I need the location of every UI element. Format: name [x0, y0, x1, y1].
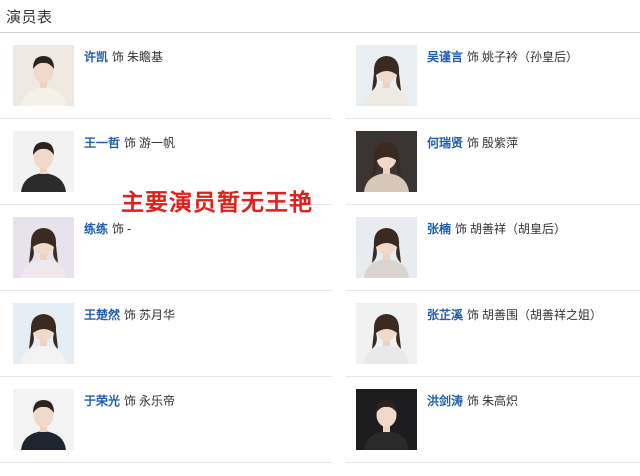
cast-card: 何瑞贤饰殷紫萍 [356, 131, 636, 193]
cast-info: 于荣光饰永乐帝 [84, 392, 175, 409]
cast-info: 许凯饰朱瞻基 [84, 48, 163, 65]
actor-name-link[interactable]: 张楠 [427, 222, 451, 236]
actor-photo[interactable] [356, 389, 417, 450]
actress-portrait-icon [356, 45, 417, 106]
role-name: 苏月华 [139, 308, 176, 322]
actor-name-link[interactable]: 吴谨言 [427, 50, 463, 64]
cast-card: 于荣光饰永乐帝 [13, 389, 333, 451]
actor-photo[interactable] [356, 217, 417, 278]
cast-row: 于荣光饰永乐帝 洪剑涛饰朱高炽 [0, 377, 640, 463]
plays-label: 饰 [112, 50, 125, 64]
plays-label: 饰 [467, 50, 480, 64]
plays-label: 饰 [124, 308, 137, 322]
role-name: 朱瞻基 [127, 50, 164, 64]
actor-photo[interactable] [13, 303, 74, 364]
role-name: 姚子衿（孙皇后） [482, 50, 579, 64]
cast-card: 张楠饰胡善祥（胡皇后） [356, 217, 636, 279]
actor-portrait-icon [13, 45, 74, 106]
actor-photo[interactable] [13, 45, 74, 106]
actor-name-link[interactable]: 张芷溪 [427, 308, 463, 322]
role-name: 永乐帝 [139, 394, 176, 408]
plays-label: 饰 [467, 394, 480, 408]
cast-info: 张芷溪饰胡善围（胡善祥之姐） [427, 306, 602, 323]
plays-label: 饰 [455, 222, 468, 236]
cast-card: 王楚然饰苏月华 [13, 303, 333, 365]
actor-name-link[interactable]: 何瑞贤 [427, 136, 463, 150]
actor-photo[interactable] [356, 45, 417, 106]
overlay-annotation: 主要演员暂无王艳 [121, 190, 313, 216]
role-name: - [127, 222, 132, 236]
actor-portrait-icon [356, 389, 417, 450]
actress-portrait-icon [13, 303, 74, 364]
actor-portrait-icon [13, 131, 74, 192]
cast-card: 练练饰 - [13, 217, 333, 279]
actor-name-link[interactable]: 练练 [84, 222, 108, 236]
plays-label: 饰 [124, 136, 137, 150]
actor-name-link[interactable]: 洪剑涛 [427, 394, 463, 408]
cast-card: 吴谨言饰姚子衿（孙皇后） [356, 45, 636, 107]
actor-photo[interactable] [356, 131, 417, 192]
actor-photo[interactable] [13, 389, 74, 450]
plays-label: 饰 [112, 222, 125, 236]
role-name: 胡善围（胡善祥之姐） [482, 308, 603, 322]
cast-info: 王一哲饰游一帆 [84, 134, 175, 151]
page-title: 演员表 [6, 8, 53, 26]
row-divider [0, 462, 332, 463]
actor-name-link[interactable]: 王楚然 [84, 308, 120, 322]
role-name: 殷紫萍 [482, 136, 519, 150]
actor-portrait-icon [13, 389, 74, 450]
cast-row: 练练饰 - 张楠饰胡善祥（胡皇后） [0, 205, 640, 291]
cast-info: 何瑞贤饰殷紫萍 [427, 134, 518, 151]
cast-info: 吴谨言饰姚子衿（孙皇后） [427, 48, 578, 65]
actress-portrait-icon [13, 217, 74, 278]
actor-name-link[interactable]: 王一哲 [84, 136, 120, 150]
cast-info: 练练饰 - [84, 220, 131, 237]
actor-photo[interactable] [356, 303, 417, 364]
role-name: 游一帆 [139, 136, 176, 150]
cast-info: 洪剑涛饰朱高炽 [427, 392, 518, 409]
actor-photo[interactable] [13, 131, 74, 192]
plays-label: 饰 [467, 308, 480, 322]
actress-portrait-icon [356, 217, 417, 278]
actress-portrait-icon [356, 303, 417, 364]
cast-card: 洪剑涛饰朱高炽 [356, 389, 636, 451]
cast-card: 许凯饰朱瞻基 [13, 45, 333, 107]
cast-row: 王一哲饰游一帆 何瑞贤饰殷紫萍 [0, 119, 640, 205]
role-name: 胡善祥（胡皇后） [470, 222, 567, 236]
cast-card: 张芷溪饰胡善围（胡善祥之姐） [356, 303, 636, 365]
actor-photo[interactable] [13, 217, 74, 278]
actor-name-link[interactable]: 许凯 [84, 50, 108, 64]
cast-row: 许凯饰朱瞻基 吴谨言饰姚子衿（孙皇后） [0, 33, 640, 119]
actor-name-link[interactable]: 于荣光 [84, 394, 120, 408]
cast-info: 王楚然饰苏月华 [84, 306, 175, 323]
row-divider [346, 462, 640, 463]
cast-row: 王楚然饰苏月华 张芷溪饰胡善围（胡善祥之姐） [0, 291, 640, 377]
actress-portrait-icon [356, 131, 417, 192]
cast-grid: 许凯饰朱瞻基 吴谨言饰姚子衿（孙皇后） 王一哲饰游一帆 何瑞贤饰殷紫萍 练练饰 -… [0, 33, 640, 463]
cast-info: 张楠饰胡善祥（胡皇后） [427, 220, 566, 237]
role-name: 朱高炽 [482, 394, 519, 408]
plays-label: 饰 [467, 136, 480, 150]
plays-label: 饰 [124, 394, 137, 408]
